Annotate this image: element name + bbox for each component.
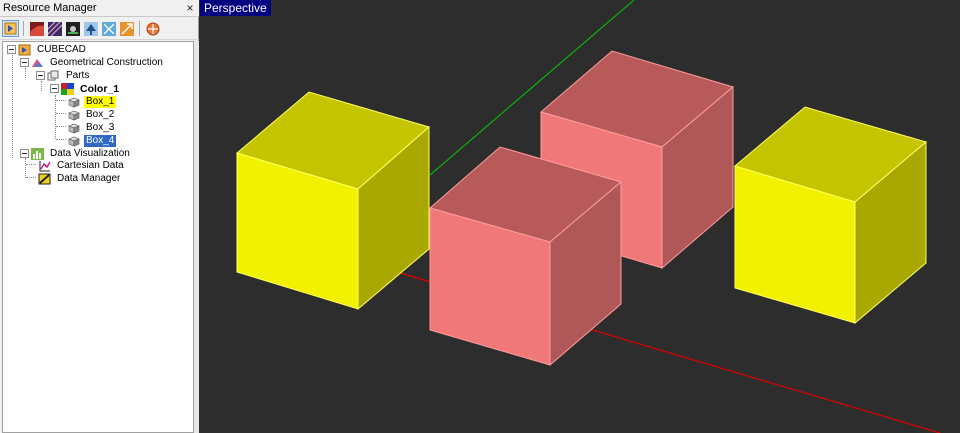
- tree-item-color-1[interactable]: Color_1: [50, 82, 121, 95]
- panel-toolbar: [0, 18, 199, 40]
- tree-item-box-1[interactable]: Box_1: [67, 95, 117, 108]
- tree-item-box-3[interactable]: Box_3: [67, 121, 116, 134]
- tree-connector: [41, 81, 42, 91]
- tree-connector: [12, 55, 13, 158]
- tree-item-label: Box_4: [84, 134, 117, 147]
- tree-connector: [56, 113, 66, 114]
- exit-button[interactable]: [2, 20, 19, 37]
- close-icon[interactable]: ×: [184, 2, 196, 14]
- network-button[interactable]: [100, 20, 117, 37]
- material-icon: [65, 21, 80, 36]
- target-icon: [146, 22, 159, 35]
- resource-tree: CUBECAD Geometrical Construction Parts C…: [2, 41, 194, 433]
- tree-item-label: Data Visualization: [50, 147, 130, 159]
- toolbar-separator: [139, 21, 140, 36]
- exit-icon: [4, 22, 17, 35]
- tree-button[interactable]: [82, 20, 99, 37]
- tree-connector: [55, 95, 56, 139]
- toolbar-separator: [23, 21, 24, 36]
- mesh-button[interactable]: [46, 20, 63, 37]
- resource-manager-panel: Resource Manager × CUBECAD Geometrical C…: [0, 0, 199, 433]
- data-visualization-icon: [31, 147, 44, 160]
- tree-item-label: Geometrical Construction: [50, 56, 163, 68]
- mesh-icon: [47, 21, 62, 36]
- surface-icon: [29, 21, 44, 36]
- tree-item-label: Box_1: [84, 95, 117, 108]
- collapse-toggle[interactable]: [20, 58, 29, 67]
- collapse-toggle[interactable]: [20, 149, 29, 158]
- geometry-icon: [31, 57, 44, 69]
- tree-item-label: Parts: [66, 69, 90, 81]
- yellow-box-left[interactable]: [235, 91, 431, 311]
- box-icon: [67, 122, 80, 134]
- yellow-box-right[interactable]: [733, 106, 928, 325]
- tree-connector: [56, 139, 66, 140]
- box-icon: [67, 109, 80, 121]
- box-icon: [67, 135, 80, 147]
- viewport-mode-label: Perspective: [200, 0, 271, 16]
- tree-connector: [56, 100, 66, 101]
- target-button[interactable]: [144, 20, 161, 37]
- tree-item-cartesian-data[interactable]: Cartesian Data: [38, 159, 126, 172]
- tree-item-cubecad[interactable]: CUBECAD: [7, 43, 88, 56]
- tree-item-box-4[interactable]: Box_4: [67, 134, 117, 147]
- transform-icon: [119, 21, 134, 36]
- tree-icon: [83, 21, 98, 36]
- tree-item-label: Cartesian Data: [57, 159, 124, 171]
- box-icon: [67, 96, 80, 108]
- tree-connector: [25, 68, 26, 78]
- collapse-toggle[interactable]: [7, 45, 16, 54]
- color-palette-icon: [61, 82, 74, 95]
- 3d-viewport[interactable]: Perspective: [200, 0, 960, 433]
- data-manager-icon: [38, 173, 51, 185]
- tree-item-geometrical-construction[interactable]: Geometrical Construction: [20, 56, 165, 69]
- tree-item-label: Color_1: [80, 82, 120, 95]
- tree-item-box-2[interactable]: Box_2: [67, 108, 116, 121]
- collapse-toggle[interactable]: [50, 84, 59, 93]
- tree-item-label: CUBECAD: [37, 43, 86, 55]
- parts-icon: [47, 70, 60, 82]
- panel-header: Resource Manager ×: [0, 0, 199, 17]
- cartesian-data-icon: [38, 160, 51, 172]
- panel-title: Resource Manager: [3, 2, 97, 14]
- tree-item-label: Box_2: [86, 108, 115, 120]
- cubecad-icon: [18, 44, 31, 56]
- tree-item-parts[interactable]: Parts: [36, 69, 91, 82]
- tree-connector: [26, 164, 36, 165]
- tree-connector: [26, 177, 36, 178]
- collapse-toggle[interactable]: [36, 71, 45, 80]
- tree-item-label: Data Manager: [57, 172, 121, 184]
- pink-box-front[interactable]: [428, 146, 623, 367]
- tree-connector: [56, 126, 66, 127]
- tree-item-label: Box_3: [86, 121, 115, 133]
- panel-scrollbar[interactable]: [194, 41, 199, 433]
- transform-button[interactable]: [118, 20, 135, 37]
- surface-button[interactable]: [28, 20, 45, 37]
- scene-canvas[interactable]: [200, 0, 960, 433]
- network-icon: [101, 21, 116, 36]
- material-button[interactable]: [64, 20, 81, 37]
- tree-connector: [25, 158, 26, 178]
- tree-item-data-manager[interactable]: Data Manager: [38, 172, 122, 185]
